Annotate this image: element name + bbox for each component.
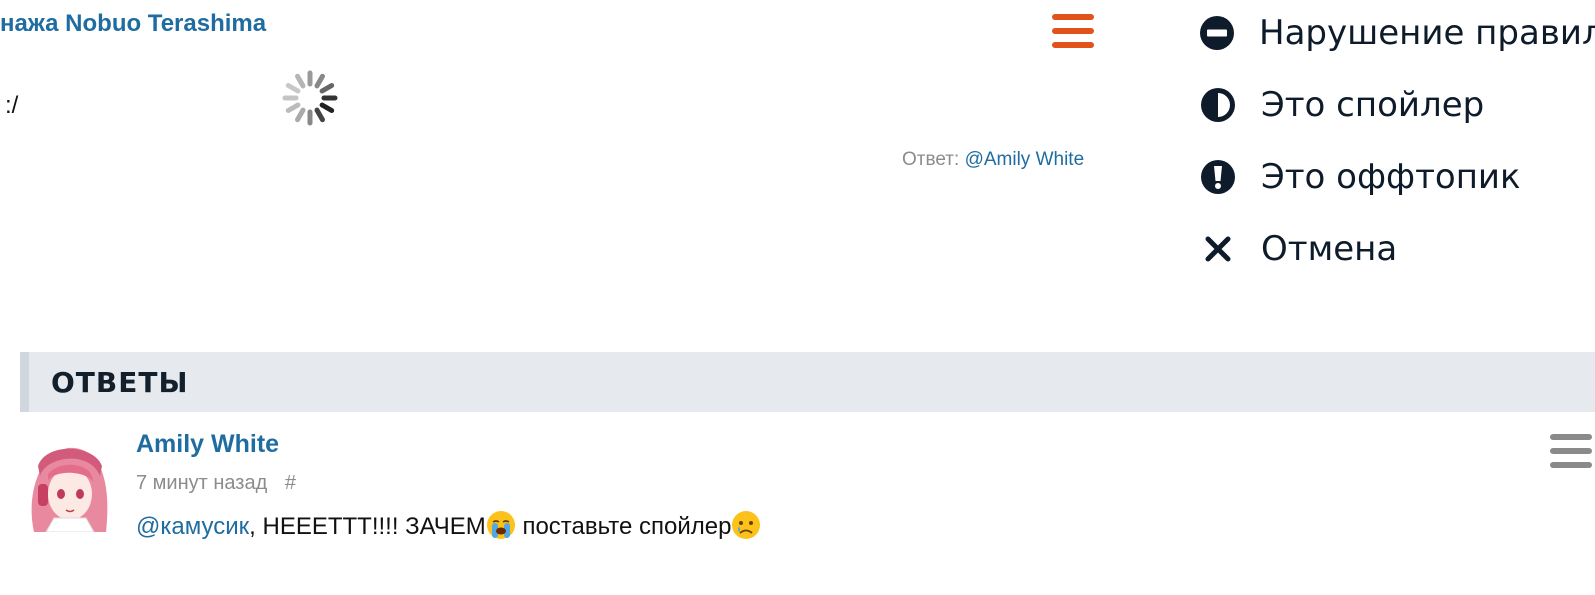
sad-tear-face-icon	[732, 511, 761, 539]
report-offtopic[interactable]: Это оффтопик	[1200, 152, 1595, 202]
comment-meta: 7 минут назад #	[136, 472, 296, 495]
avatar[interactable]	[20, 436, 116, 532]
half-circle-icon	[1200, 87, 1236, 123]
mention-link[interactable]: @камусик	[136, 513, 249, 540]
close-icon	[1200, 231, 1236, 267]
reply-to: Ответ: @Amily White	[902, 149, 1084, 171]
comment-body: @камусик, НЕЕЕТТТ!!!! ЗАЧЕМ поставьте сп…	[136, 510, 761, 541]
comment-menu-button[interactable]	[1550, 434, 1592, 468]
answers-heading: ОТВЕТЫ	[51, 366, 189, 399]
comment-text-after: поставьте спойлер	[515, 513, 732, 540]
report-item-label: Это спойлер	[1261, 85, 1485, 125]
hamburger-icon	[1550, 434, 1592, 440]
report-item-label: Нарушение правил	[1259, 13, 1595, 53]
hamburger-icon	[1052, 14, 1094, 20]
comment: Amily White 7 минут назад # @камусик, НЕ…	[20, 430, 1595, 550]
comment-text: , НЕЕЕТТТ!!!! ЗАЧЕМ	[249, 513, 486, 540]
comment-time: 7 минут назад	[136, 472, 268, 494]
reply-label: Ответ:	[902, 149, 960, 170]
report-item-label: Это оффтопик	[1261, 157, 1521, 197]
loading-spinner-icon	[282, 70, 338, 126]
report-cancel[interactable]: Отмена	[1200, 224, 1595, 274]
report-rules-violation[interactable]: Нарушение правил	[1200, 8, 1595, 58]
exclamation-icon	[1200, 159, 1236, 195]
post-menu-button[interactable]	[1052, 14, 1094, 48]
report-spoiler[interactable]: Это спойлер	[1200, 80, 1595, 130]
answers-header: ОТВЕТЫ	[20, 352, 1595, 412]
no-entry-icon	[1200, 15, 1234, 51]
crying-face-icon	[486, 511, 515, 539]
comment-author[interactable]: Amily White	[136, 430, 279, 459]
page: нажа Nobuo Terashima :/ Ответ: @Amily Wh…	[0, 0, 1595, 595]
post-title[interactable]: нажа Nobuo Terashima	[0, 10, 266, 38]
comment-permalink[interactable]: #	[285, 472, 296, 494]
post-body: :/	[5, 92, 19, 119]
report-item-label: Отмена	[1261, 229, 1398, 269]
reply-mention-link[interactable]: @Amily White	[965, 149, 1085, 170]
